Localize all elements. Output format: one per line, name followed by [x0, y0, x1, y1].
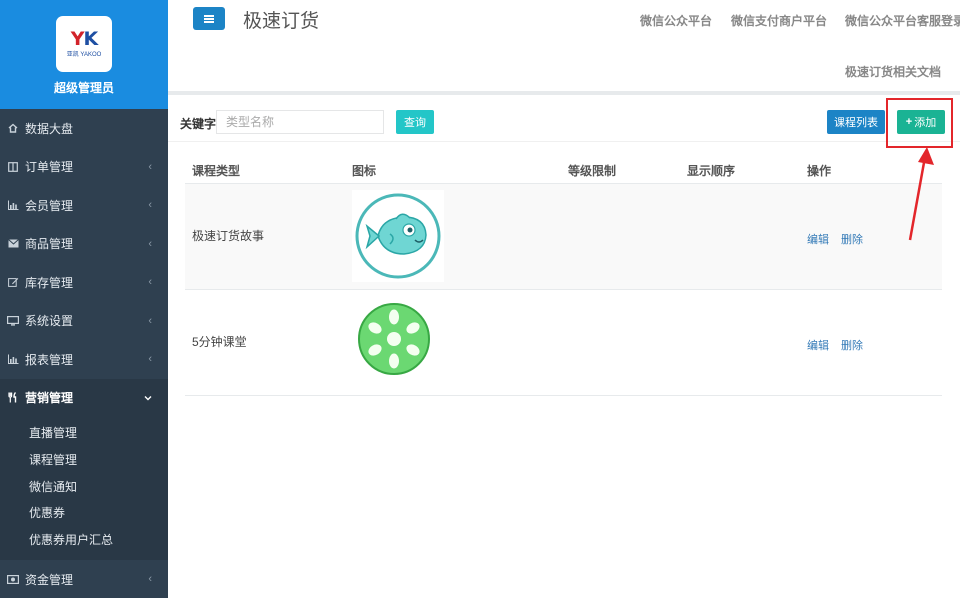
- fish-icon: [352, 190, 444, 282]
- columns-icon: [6, 161, 20, 172]
- chevron-left-icon: ‹: [148, 160, 152, 173]
- sidebar-menu: 数据大盘 订单管理 ‹ 会员管理 ‹ 商品管理 ‹ 库存管理 ‹ 系统设置 ‹ …: [0, 109, 168, 598]
- edit-icon: [6, 277, 20, 288]
- edit-link[interactable]: 编辑: [807, 231, 829, 247]
- chevron-left-icon: ‹: [148, 573, 152, 586]
- lotus-root-icon: [352, 296, 444, 388]
- col-display-order: 显示顺序: [687, 164, 736, 178]
- col-operation: 操作: [807, 164, 832, 178]
- annotation-highlight-box: [886, 98, 953, 148]
- table-row: 极速订货故事 编辑 删除: [185, 184, 942, 290]
- submenu-item-coupons[interactable]: 优惠券: [0, 500, 168, 527]
- sidebar-item-settings[interactable]: 系统设置 ‹: [0, 302, 168, 341]
- money-icon: [6, 574, 20, 584]
- submenu-item-wechat-notify[interactable]: 微信通知: [0, 474, 168, 501]
- logo-text: 亚凯 YAKOO: [66, 52, 102, 58]
- submenu-item-live[interactable]: 直播管理: [0, 420, 168, 447]
- cutlery-icon: [6, 392, 20, 403]
- user-role[interactable]: 超级管理员: [54, 79, 114, 96]
- edit-link[interactable]: 编辑: [807, 337, 829, 353]
- link-wechat-mp-service[interactable]: 微信公众平台客服登录: [845, 12, 960, 29]
- menu-toggle-button[interactable]: [193, 7, 225, 30]
- col-level-limit: 等级限制: [568, 164, 617, 178]
- link-docs[interactable]: 极速订货相关文档: [845, 63, 941, 80]
- table-header: 课程类型 图标 等级限制 显示顺序 操作: [185, 154, 942, 184]
- divider: [168, 141, 960, 142]
- sidebar-item-products[interactable]: 商品管理 ‹: [0, 225, 168, 264]
- delete-link[interactable]: 删除: [841, 231, 863, 247]
- query-button[interactable]: 查询: [396, 110, 434, 134]
- bar-chart-icon: [6, 354, 20, 365]
- keyword-label: 关键字: [180, 117, 217, 131]
- annotation-arrow-icon: [908, 147, 934, 241]
- course-type-name: 极速订货故事: [192, 229, 265, 243]
- hamburger-icon: [204, 14, 214, 23]
- sidebar-item-marketing[interactable]: 营销管理: [0, 378, 168, 417]
- chevron-left-icon: ‹: [148, 353, 152, 366]
- chevron-left-icon: ‹: [148, 276, 152, 289]
- sidebar-item-inventory[interactable]: 库存管理 ‹: [0, 263, 168, 302]
- home-icon: [6, 123, 20, 133]
- envelope-icon: [6, 239, 20, 248]
- sidebar-item-dashboard[interactable]: 数据大盘: [0, 109, 168, 148]
- page-title: 极速订货: [243, 11, 320, 32]
- link-wechat-pay-merchant[interactable]: 微信支付商户平台: [731, 12, 827, 29]
- course-type-table: 课程类型 图标 等级限制 显示顺序 操作 极速订货故事 编辑 删除 5分钟课堂 …: [185, 154, 942, 396]
- course-type-name: 5分钟课堂: [192, 335, 247, 349]
- chevron-left-icon: ‹: [148, 314, 152, 327]
- submenu-item-coupon-users[interactable]: 优惠券用户汇总: [0, 527, 168, 554]
- sidebar-item-members[interactable]: 会员管理 ‹: [0, 186, 168, 225]
- col-icon: 图标: [352, 164, 377, 178]
- sidebar-item-finance[interactable]: 资金管理 ‹: [0, 560, 168, 598]
- marketing-submenu: 直播管理 课程管理 微信通知 优惠券 优惠券用户汇总: [0, 417, 168, 560]
- table-row: 5分钟课堂 编辑 删除: [185, 290, 942, 396]
- desktop-icon: [6, 315, 20, 326]
- sidebar-header: YK 亚凯 YAKOO 超级管理员: [0, 0, 168, 109]
- chevron-left-icon: ‹: [148, 199, 152, 212]
- main-content: 关键字 查询 课程列表 +添加 课程类型 图标 等级限制 显示顺序 操作 极速订…: [168, 99, 960, 598]
- chevron-down-icon: [144, 392, 152, 404]
- company-logo: YK 亚凯 YAKOO: [56, 16, 112, 72]
- sidebar: YK 亚凯 YAKOO 超级管理员 数据大盘 订单管理 ‹ 会员管理 ‹ 商品管…: [0, 0, 168, 598]
- chevron-left-icon: ‹: [148, 237, 152, 250]
- bar-chart-icon: [6, 200, 20, 211]
- delete-link[interactable]: 删除: [841, 337, 863, 353]
- sidebar-item-reports[interactable]: 报表管理 ‹: [0, 340, 168, 379]
- col-course-type: 课程类型: [192, 164, 241, 178]
- top-navbar: 极速订货 微信公众平台 微信支付商户平台 微信公众平台客服登录 极速订货相关文档: [168, 0, 960, 95]
- submenu-item-courses[interactable]: 课程管理: [0, 447, 168, 474]
- search-input[interactable]: [216, 110, 384, 134]
- link-wechat-mp[interactable]: 微信公众平台: [640, 12, 712, 29]
- sidebar-item-orders[interactable]: 订单管理 ‹: [0, 148, 168, 187]
- course-list-button[interactable]: 课程列表: [827, 110, 885, 134]
